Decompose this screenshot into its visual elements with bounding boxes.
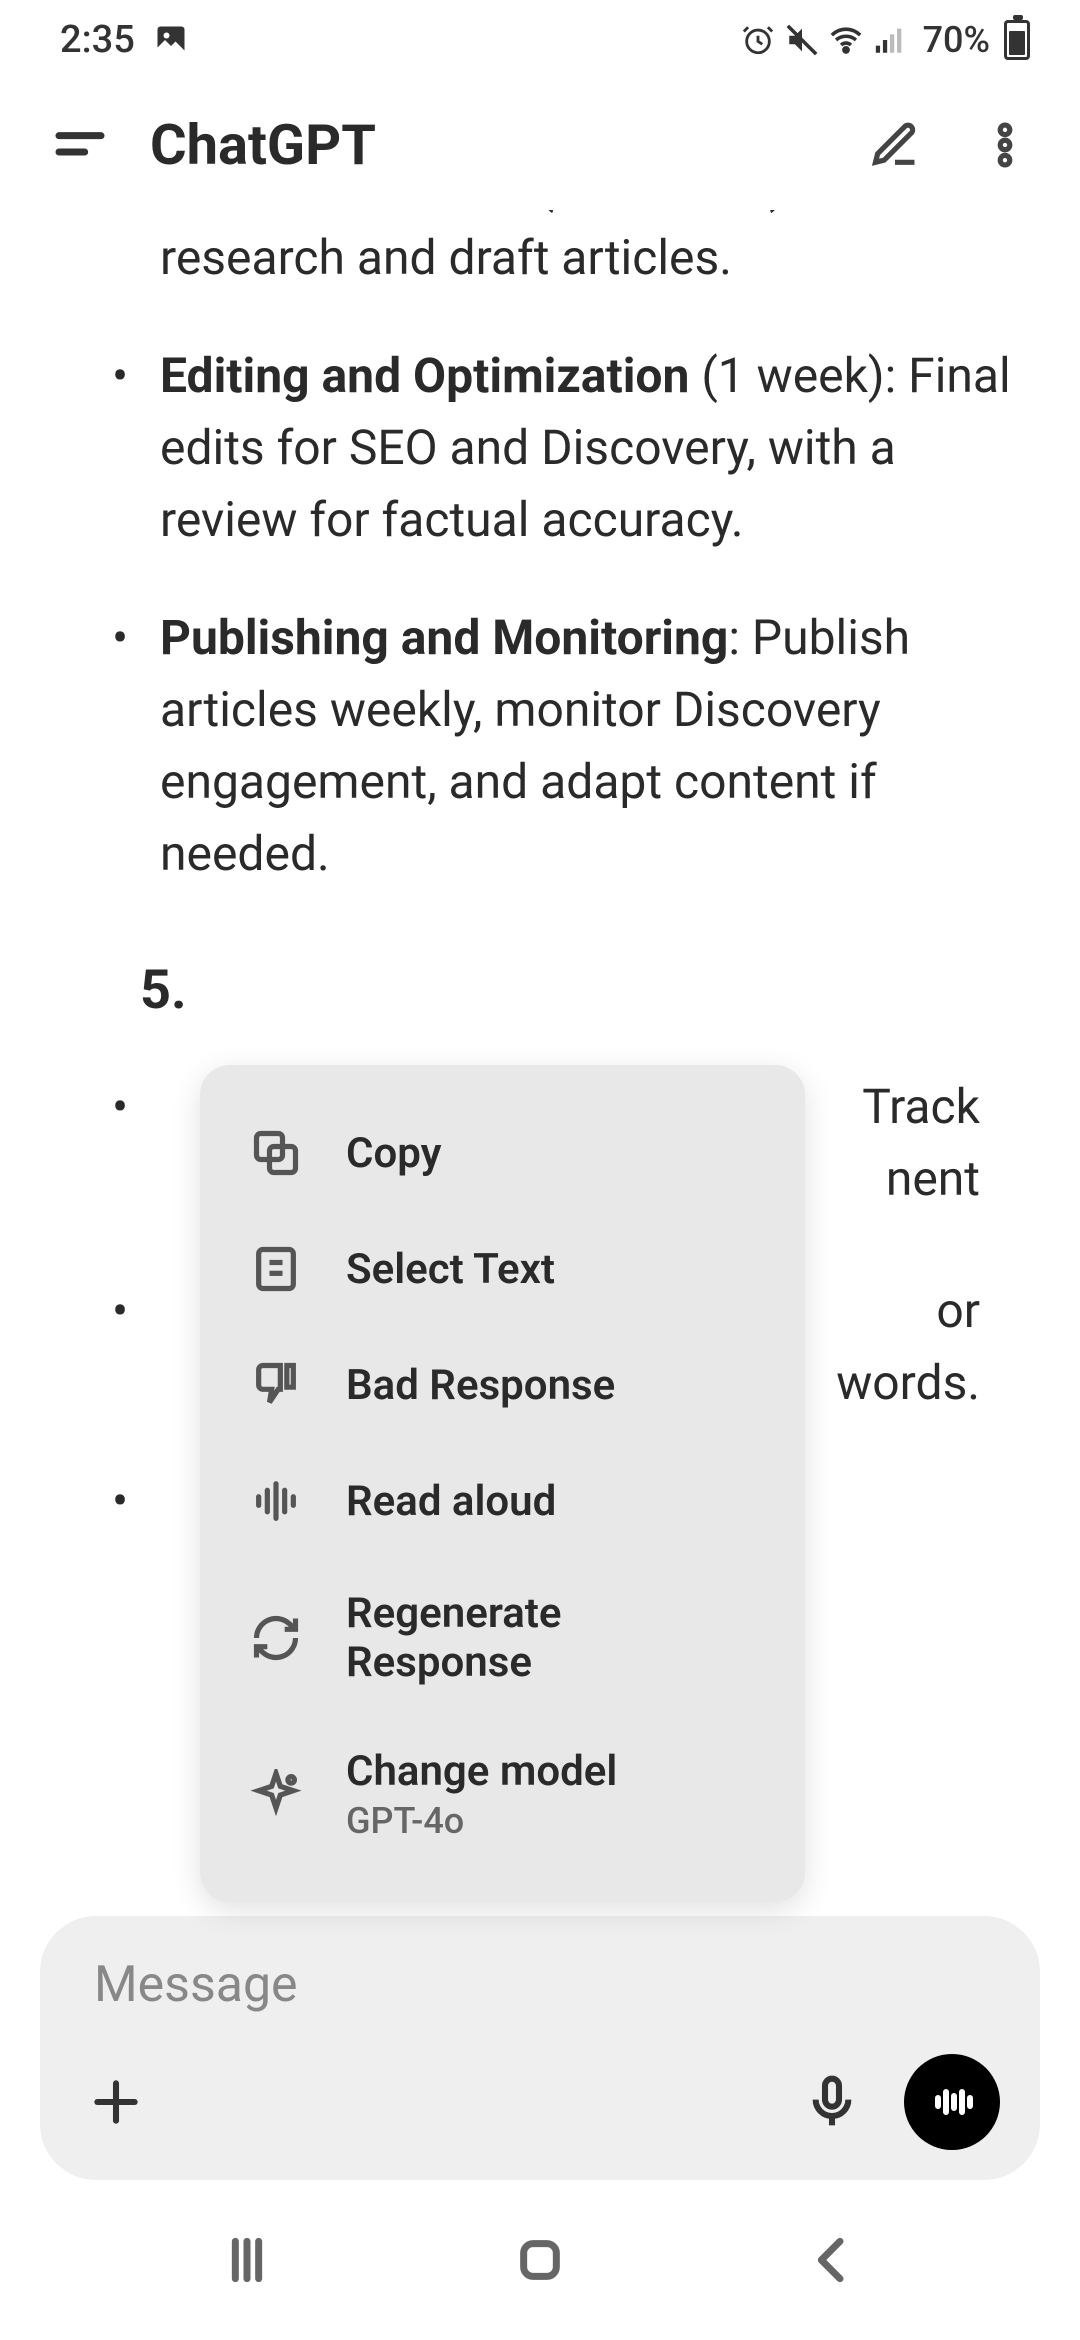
status-time: 2:35: [60, 18, 135, 62]
battery-percent: 70%: [923, 19, 990, 61]
copy-icon: [248, 1125, 304, 1181]
menu-button[interactable]: [50, 115, 110, 175]
menu-label: Regenerate Response: [346, 1589, 757, 1687]
thumbs-down-icon: [248, 1357, 304, 1413]
status-left: 2:35: [60, 18, 189, 62]
bullet-bold: Editing and Optimization: [160, 347, 689, 404]
sparkle-icon: [248, 1767, 304, 1823]
menu-copy[interactable]: Copy: [200, 1095, 805, 1211]
partial-text: or: [936, 1282, 980, 1339]
app-title: ChatGPT: [150, 112, 820, 178]
partial-text: nent: [886, 1150, 980, 1207]
new-chat-button[interactable]: [860, 110, 930, 180]
menu-read-aloud[interactable]: Read aloud: [200, 1443, 805, 1559]
wifi-icon: [829, 23, 863, 57]
attach-button[interactable]: [80, 2066, 152, 2138]
context-menu: Copy Select Text Bad Response Read aloud…: [200, 1065, 805, 1902]
menu-change-model[interactable]: Change model GPT-4o: [200, 1717, 805, 1872]
menu-sublabel: GPT-4o: [346, 1800, 617, 1842]
bullet-text: (2-3 weeks): Writers research and draft …: [160, 210, 962, 286]
bullet-bold: Publishing and Monitoring: [160, 609, 728, 666]
select-text-icon: [248, 1241, 304, 1297]
menu-regenerate[interactable]: Regenerate Response: [200, 1559, 805, 1717]
menu-select-text[interactable]: Select Text: [200, 1211, 805, 1327]
menu-label: Read aloud: [346, 1477, 556, 1526]
voice-mode-button[interactable]: [904, 2054, 1000, 2150]
image-icon: [153, 22, 189, 58]
section-heading: 5.: [140, 950, 1020, 1031]
status-bar: 2:35 70%: [0, 0, 1080, 80]
menu-label: Copy: [346, 1129, 441, 1178]
composer: Message: [40, 1916, 1040, 2180]
system-nav-bar: [0, 2200, 1080, 2340]
regenerate-icon: [248, 1610, 304, 1666]
menu-label: Select Text: [346, 1245, 555, 1294]
back-button[interactable]: [793, 2220, 873, 2300]
more-options-button[interactable]: [970, 110, 1040, 180]
list-item: Publishing and Monitoring: Publish artic…: [160, 602, 1020, 890]
read-aloud-icon: [248, 1473, 304, 1529]
menu-label: Bad Response: [346, 1361, 615, 1410]
partial-text: Track: [862, 1078, 980, 1135]
bullet-bold: Content Creation: [160, 210, 526, 214]
partial-text: words.: [836, 1354, 980, 1411]
battery-icon: [1004, 20, 1030, 60]
mute-icon: [785, 23, 819, 57]
list-item: Content Creation (2-3 weeks): Writers re…: [160, 210, 1020, 294]
recents-button[interactable]: [207, 2220, 287, 2300]
message-input[interactable]: Message: [80, 1956, 1000, 2014]
status-right: 70%: [741, 19, 1030, 61]
signal-icon: [873, 23, 907, 57]
mic-button[interactable]: [796, 2066, 868, 2138]
alarm-icon: [741, 23, 775, 57]
menu-label: Change model: [346, 1747, 617, 1796]
list-item: Editing and Optimization (1 week): Final…: [160, 340, 1020, 556]
home-button[interactable]: [500, 2220, 580, 2300]
app-header: ChatGPT: [0, 80, 1080, 210]
menu-bad-response[interactable]: Bad Response: [200, 1327, 805, 1443]
